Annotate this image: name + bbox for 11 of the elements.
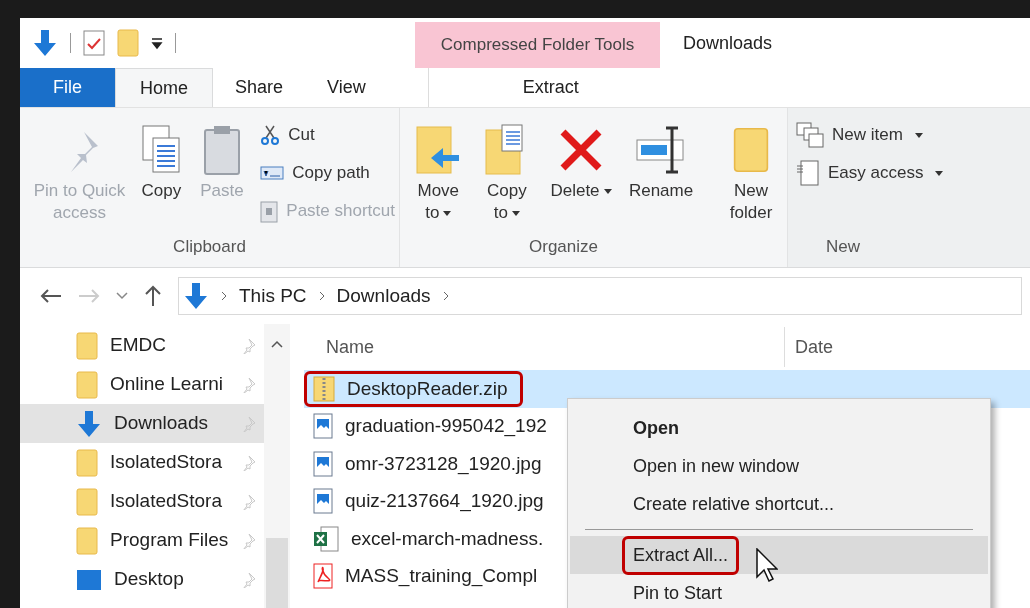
file-name: DesktopReader.zip — [347, 376, 508, 401]
file-name: MASS_training_Compl — [345, 564, 538, 589]
window-title: Downloads — [683, 31, 773, 55]
file-name: quiz-2137664_1920.jpg — [345, 489, 544, 514]
group-label: New — [825, 235, 861, 258]
contextual-tab-group-label: Compressed Folder Tools — [440, 34, 635, 57]
group-label: Organize — [529, 235, 598, 258]
file-name: excel-march-madness. — [351, 526, 544, 551]
group-label: Clipboard — [173, 235, 246, 258]
file-name: omr-3723128_1920.jpg — [345, 451, 542, 477]
file-name: graduation-995042_192 — [345, 414, 547, 439]
